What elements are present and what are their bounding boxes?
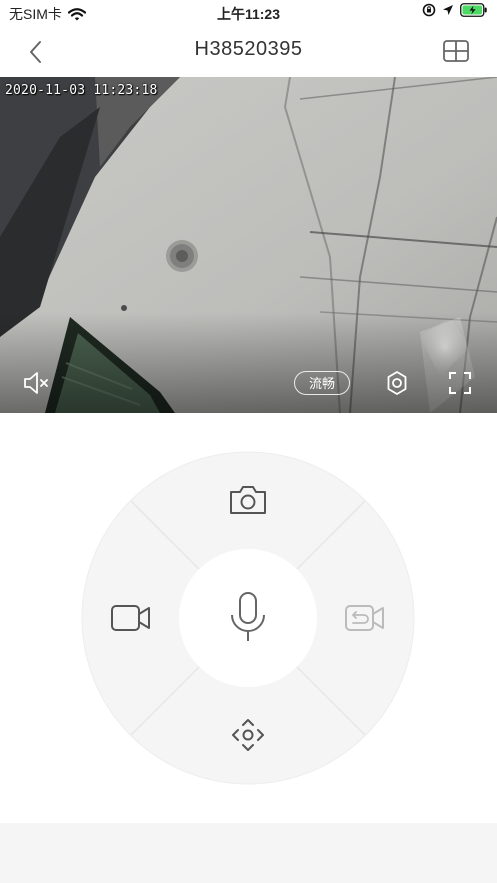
- mute-button[interactable]: [22, 370, 52, 396]
- fullscreen-button[interactable]: [448, 371, 472, 395]
- bottom-panel: [0, 823, 497, 883]
- nav-bar: H38520395: [0, 26, 497, 76]
- live-video-view[interactable]: 2020-11-03 11:23:18 流畅: [0, 77, 497, 413]
- fullscreen-icon: [449, 372, 471, 394]
- playback-button[interactable]: [344, 603, 386, 633]
- microphone-icon: [231, 592, 265, 641]
- video-record-icon: [111, 605, 150, 631]
- video-settings-button[interactable]: [384, 370, 410, 396]
- snapshot-button[interactable]: [228, 483, 268, 517]
- camera-feed-image: [0, 77, 497, 413]
- gear-icon: [387, 371, 407, 395]
- layout-switch-button[interactable]: [443, 40, 469, 62]
- talk-button[interactable]: [228, 591, 268, 643]
- status-bar: 无SIM卡 上午11:23: [0, 0, 497, 26]
- stream-quality-button[interactable]: 流畅: [294, 371, 350, 395]
- page-title: H38520395: [194, 38, 303, 60]
- video-playback-icon: [345, 605, 384, 631]
- video-timestamp: 2020-11-03 11:23:18: [5, 83, 158, 98]
- battery-icon: [460, 3, 487, 17]
- control-pad-area: [0, 413, 497, 823]
- status-right: [422, 3, 488, 17]
- ptz-control-button[interactable]: [230, 717, 266, 753]
- speaker-muted-icon: [24, 372, 48, 394]
- grid-layout-icon: [443, 40, 469, 62]
- record-button[interactable]: [110, 603, 152, 633]
- location-icon: [443, 5, 453, 15]
- ptz-direction-icon: [232, 719, 264, 751]
- camera-icon: [230, 486, 266, 514]
- orientation-lock-icon: [422, 3, 436, 17]
